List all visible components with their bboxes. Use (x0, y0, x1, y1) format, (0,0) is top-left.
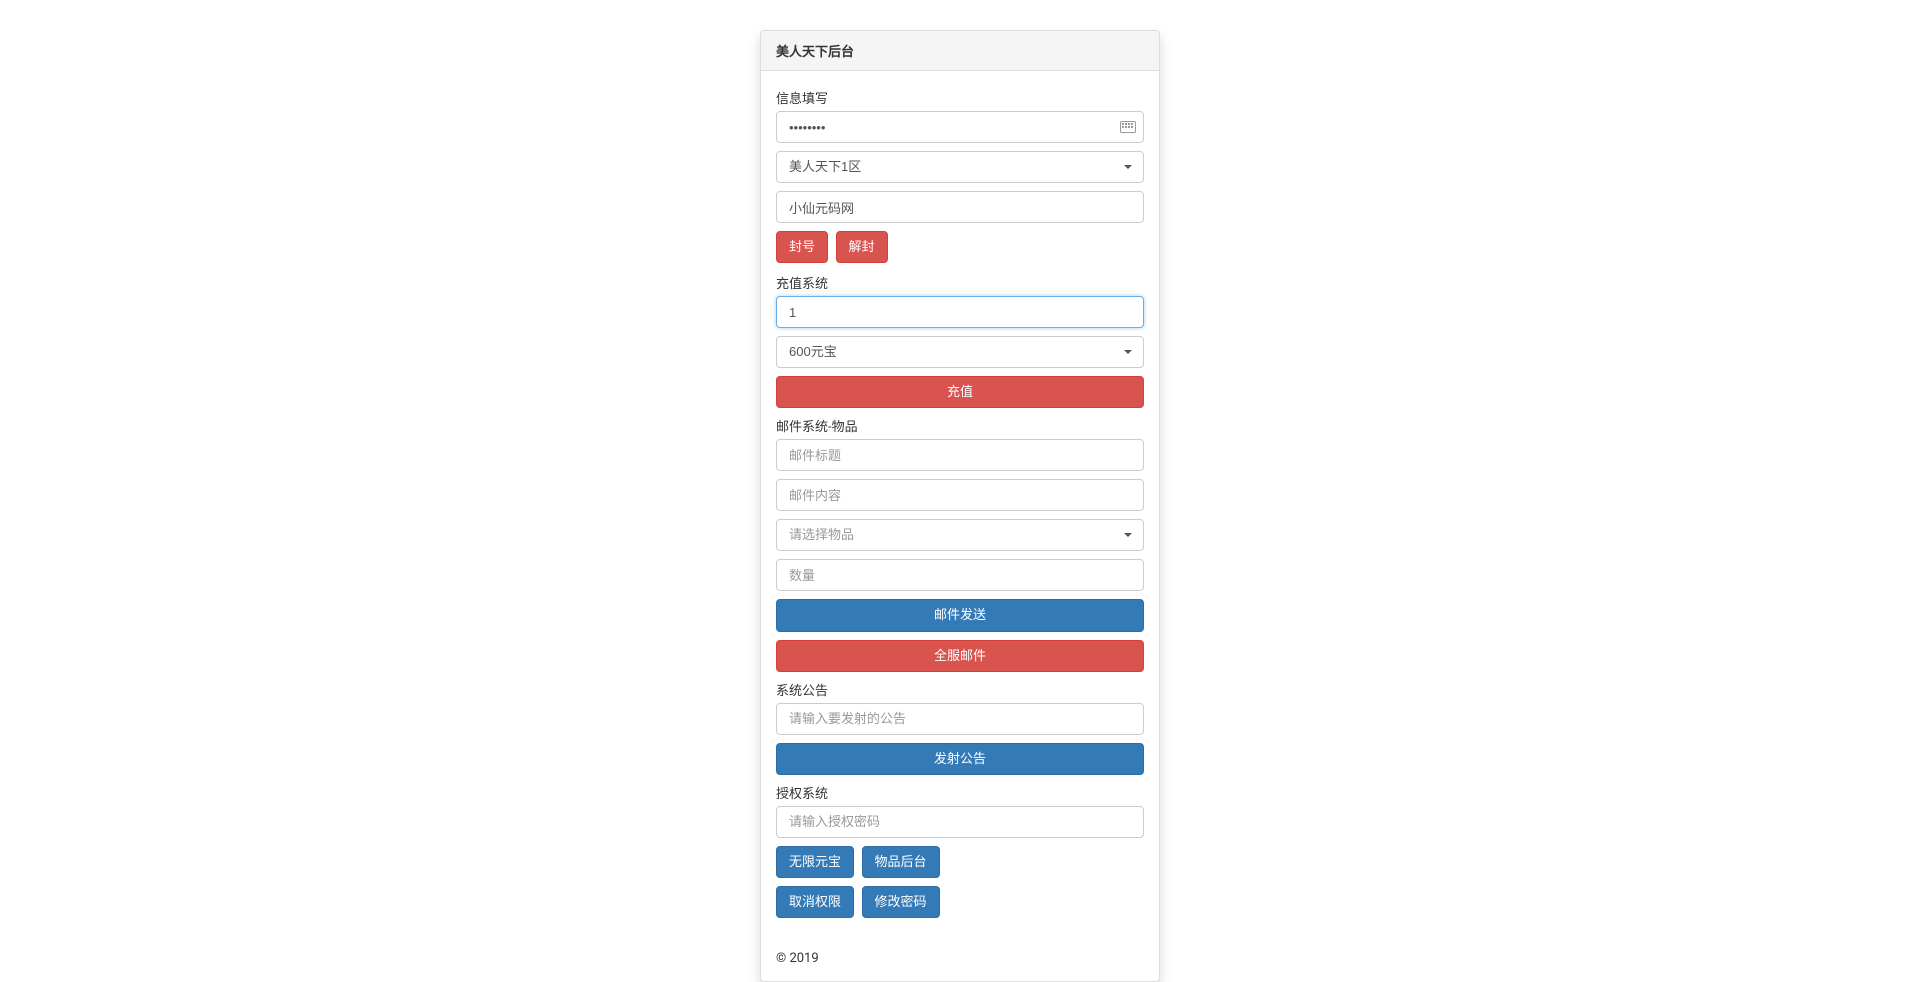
cancel-permission-button[interactable]: 取消权限 (776, 886, 854, 918)
panel-body: 信息填写 美人天下1区 封号 解封 充值系统 600元宝 充值 邮件系统-物品 (761, 71, 1159, 941)
auth-section-label: 授权系统 (776, 783, 1144, 802)
unban-button[interactable]: 解封 (836, 231, 888, 263)
panel-title: 美人天下后台 (761, 31, 1159, 71)
mail-item-select-value[interactable]: 请选择物品 (776, 519, 1144, 551)
unlimited-currency-button[interactable]: 无限元宝 (776, 846, 854, 878)
change-password-button[interactable]: 修改密码 (862, 886, 940, 918)
server-select-value[interactable]: 美人天下1区 (776, 151, 1144, 183)
mail-section-label: 邮件系统-物品 (776, 416, 1144, 435)
mail-item-select[interactable]: 请选择物品 (776, 519, 1144, 551)
chevron-down-icon (1124, 165, 1132, 169)
announce-section-label: 系统公告 (776, 680, 1144, 699)
announce-send-button[interactable]: 发射公告 (776, 743, 1144, 775)
info-section-label: 信息填写 (776, 88, 1144, 107)
ban-button[interactable]: 封号 (776, 231, 828, 263)
password-input[interactable] (776, 111, 1144, 143)
mail-quantity-input[interactable] (776, 559, 1144, 591)
mail-title-input[interactable] (776, 439, 1144, 471)
recharge-section-label: 充值系统 (776, 273, 1144, 292)
item-backend-button[interactable]: 物品后台 (862, 846, 940, 878)
recharge-button[interactable]: 充值 (776, 376, 1144, 408)
chevron-down-icon (1124, 533, 1132, 537)
admin-panel: 美人天下后台 信息填写 美人天下1区 封号 解封 充值系统 600元宝 充值 (760, 30, 1160, 982)
currency-select[interactable]: 600元宝 (776, 336, 1144, 368)
footer-copyright: © 2019 (761, 941, 1159, 981)
auth-password-input[interactable] (776, 806, 1144, 838)
mail-content-input[interactable] (776, 479, 1144, 511)
chevron-down-icon (1124, 350, 1132, 354)
announce-input[interactable] (776, 703, 1144, 735)
recharge-amount-input[interactable] (776, 296, 1144, 328)
auth-button-group-1: 无限元宝 物品后台 (776, 846, 1144, 886)
mail-all-server-button[interactable]: 全服邮件 (776, 640, 1144, 672)
auth-button-group-2: 取消权限 修改密码 (776, 886, 1144, 926)
mail-send-button[interactable]: 邮件发送 (776, 599, 1144, 631)
password-field-wrap (776, 111, 1144, 143)
server-select[interactable]: 美人天下1区 (776, 151, 1144, 183)
username-input[interactable] (776, 191, 1144, 223)
ban-button-group: 封号 解封 (776, 231, 1144, 271)
keyboard-icon[interactable] (1120, 121, 1136, 133)
currency-select-value[interactable]: 600元宝 (776, 336, 1144, 368)
